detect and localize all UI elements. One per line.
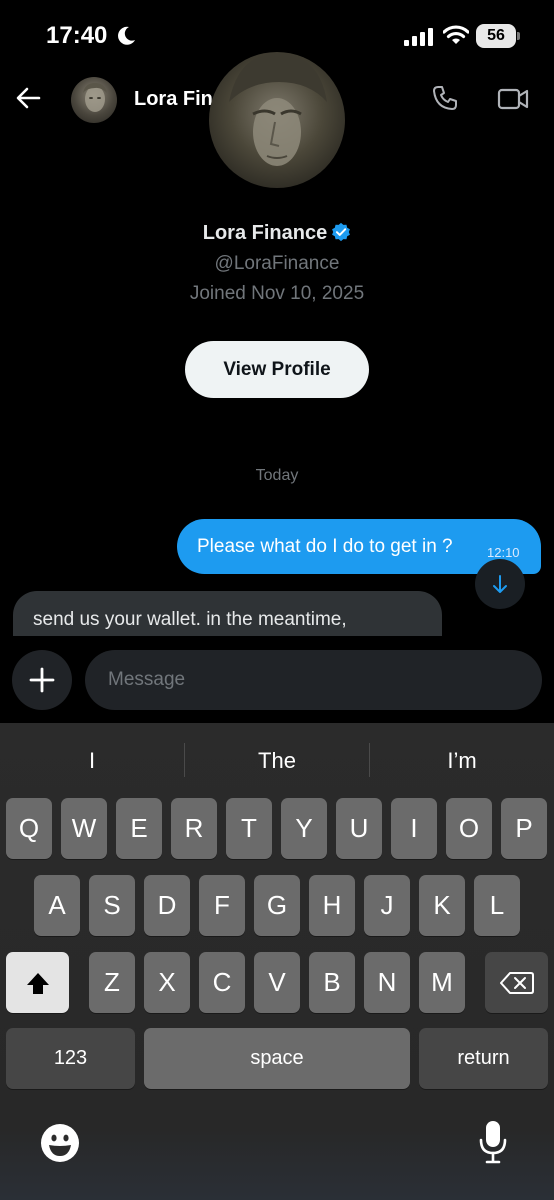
signal-icon xyxy=(404,28,433,46)
key-j[interactable]: J xyxy=(364,875,410,936)
date-divider: Today xyxy=(255,467,299,484)
key-v[interactable]: V xyxy=(254,952,300,1013)
plus-icon xyxy=(29,667,55,693)
key-a[interactable]: A xyxy=(34,875,80,936)
keyboard: I The I’m Q W E R T Y U I O P A S D F G … xyxy=(0,723,554,1200)
key-g[interactable]: G xyxy=(254,875,300,936)
shift-icon xyxy=(26,973,49,995)
profile-handle: @LoraFinance xyxy=(214,253,340,274)
space-key[interactable]: space xyxy=(144,1028,410,1089)
key-e[interactable]: E xyxy=(116,798,162,859)
message-input[interactable] xyxy=(85,650,542,710)
avatar[interactable] xyxy=(71,77,117,123)
key-u[interactable]: U xyxy=(336,798,382,859)
key-z[interactable]: Z xyxy=(89,952,135,1013)
moon-icon xyxy=(118,26,135,45)
message-timestamp: 12:10 xyxy=(487,545,520,560)
arrow-down-icon xyxy=(493,575,507,593)
key-h[interactable]: H xyxy=(309,875,355,936)
scroll-to-bottom-button[interactable] xyxy=(475,559,525,609)
add-attachment-button[interactable] xyxy=(12,650,72,710)
key-o[interactable]: O xyxy=(446,798,492,859)
key-c[interactable]: C xyxy=(199,952,245,1013)
delete-icon xyxy=(499,971,534,994)
key-d[interactable]: D xyxy=(144,875,190,936)
phone-icon[interactable] xyxy=(431,84,459,112)
battery-icon: 56 xyxy=(476,24,520,48)
key-p[interactable]: P xyxy=(501,798,547,859)
key-x[interactable]: X xyxy=(144,952,190,1013)
status-time: 17:40 xyxy=(46,22,108,49)
key-k[interactable]: K xyxy=(419,875,465,936)
key-r[interactable]: R xyxy=(171,798,217,859)
profile-avatar[interactable] xyxy=(209,52,345,188)
shift-key[interactable] xyxy=(6,952,69,1013)
return-key[interactable]: return xyxy=(419,1028,548,1089)
wifi-icon xyxy=(443,25,469,44)
key-s[interactable]: S xyxy=(89,875,135,936)
message-text: Please what do I do to get in ? xyxy=(197,536,453,557)
key-m[interactable]: M xyxy=(419,952,465,1013)
delete-key[interactable] xyxy=(485,952,548,1013)
key-q[interactable]: Q xyxy=(6,798,52,859)
profile-name: Lora Finance xyxy=(0,222,554,245)
key-y[interactable]: Y xyxy=(281,798,327,859)
numbers-key[interactable]: 123 xyxy=(6,1028,135,1089)
video-icon[interactable] xyxy=(497,86,529,112)
emoji-icon[interactable] xyxy=(40,1123,80,1163)
view-profile-button[interactable]: View Profile xyxy=(185,341,369,398)
profile-name-text: Lora Finance xyxy=(202,222,328,244)
key-w[interactable]: W xyxy=(61,798,107,859)
key-b[interactable]: B xyxy=(309,952,355,1013)
message-text: send us your wallet. in the meantime, xyxy=(33,609,347,630)
suggestion-3[interactable]: I’m xyxy=(370,743,554,779)
profile-statue-image xyxy=(229,53,327,166)
key-f[interactable]: F xyxy=(199,875,245,936)
suggestion-1[interactable]: I xyxy=(0,743,184,779)
key-i[interactable]: I xyxy=(391,798,437,859)
suggestion-2[interactable]: The xyxy=(185,743,369,779)
profile-joined-date: Joined Nov 10, 2025 xyxy=(189,283,365,304)
key-t[interactable]: T xyxy=(226,798,272,859)
key-l[interactable]: L xyxy=(474,875,520,936)
mic-icon[interactable] xyxy=(478,1120,508,1164)
verified-icon xyxy=(332,222,351,242)
key-n[interactable]: N xyxy=(364,952,410,1013)
avatar-statue-image xyxy=(83,83,107,112)
back-icon[interactable] xyxy=(14,84,42,112)
